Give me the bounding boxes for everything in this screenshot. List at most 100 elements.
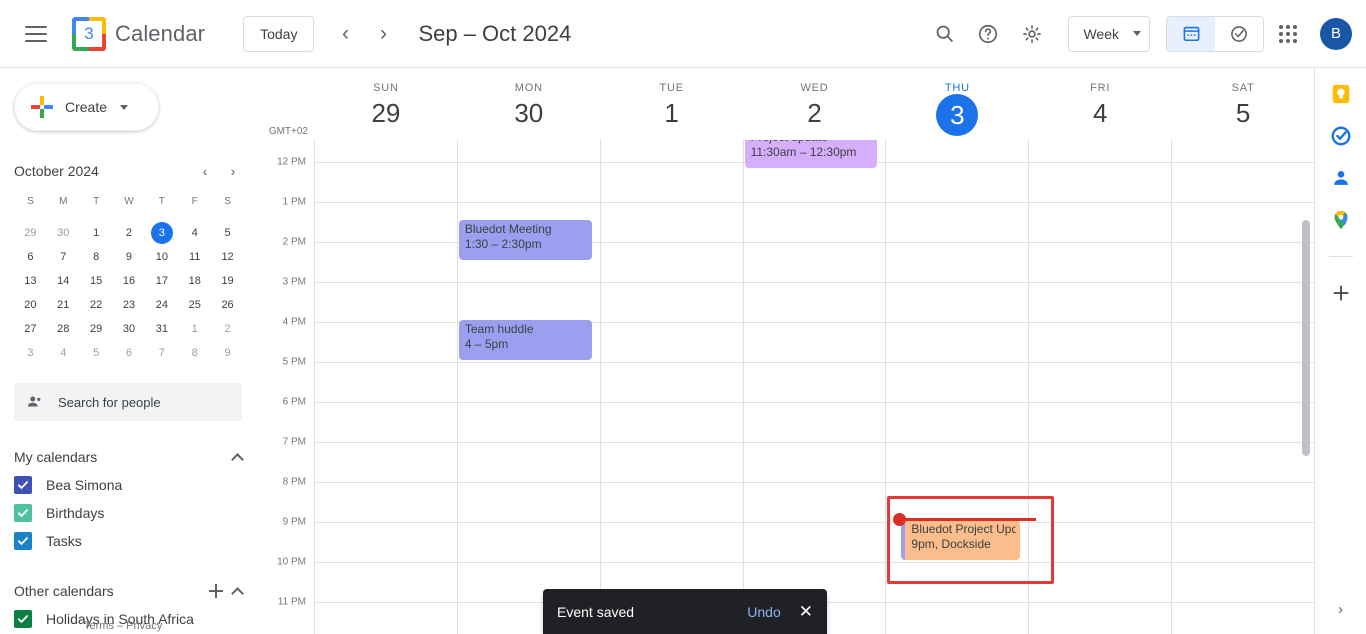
add-panel-plus-icon[interactable]: [1329, 281, 1353, 305]
tasks-icon[interactable]: [1329, 124, 1353, 148]
calendar-list-item[interactable]: Bea Simona: [14, 471, 242, 499]
calendar-checkbox[interactable]: [14, 504, 32, 522]
day-column-sat[interactable]: [1171, 140, 1314, 634]
apps-grid-icon[interactable]: [1268, 14, 1308, 54]
mini-calendar-day[interactable]: 2: [113, 221, 146, 245]
snackbar-undo-button[interactable]: Undo: [747, 604, 780, 620]
mini-calendar-day[interactable]: 15: [80, 269, 113, 293]
mini-calendar-day[interactable]: 22: [80, 293, 113, 317]
mini-calendar-day[interactable]: 12: [211, 245, 244, 269]
mini-calendar-day[interactable]: 4: [47, 341, 80, 365]
mini-calendar-day[interactable]: 6: [113, 341, 146, 365]
mini-calendar-day[interactable]: 21: [47, 293, 80, 317]
calendar-scroll-region[interactable]: 12 PM 1 PM 2 PM 3 PM 4 PM 5 PM 6 PM 7 PM 8 PM 9 P…: [256, 140, 1314, 634]
mini-calendar-day[interactable]: 1: [80, 221, 113, 245]
calendar-event[interactable]: Bluedot Project Update9pm, Dockside: [901, 520, 1021, 560]
chevron-up-icon[interactable]: [231, 586, 244, 600]
mini-calendar-day[interactable]: 9: [211, 341, 244, 365]
mini-calendar-day[interactable]: 3: [14, 341, 47, 365]
calendar-list-item[interactable]: Tasks: [14, 527, 242, 555]
mini-calendar-day[interactable]: 31: [145, 317, 178, 341]
search-people-input[interactable]: Search for people: [14, 383, 242, 421]
day-column-tue[interactable]: [599, 140, 743, 634]
mini-calendar-day[interactable]: 18: [178, 269, 211, 293]
chevron-up-icon[interactable]: [231, 452, 244, 466]
calendar-checkbox[interactable]: [14, 532, 32, 550]
create-button[interactable]: Create: [14, 83, 159, 131]
calendar-list-item[interactable]: Birthdays: [14, 499, 242, 527]
mini-calendar-day[interactable]: 20: [14, 293, 47, 317]
add-other-calendar-icon[interactable]: [209, 584, 223, 598]
mini-calendar-day[interactable]: 8: [80, 245, 113, 269]
mini-calendar-day[interactable]: 2: [211, 317, 244, 341]
today-button[interactable]: Today: [243, 15, 315, 52]
mini-calendar-day[interactable]: 29: [80, 317, 113, 341]
mini-calendar-day[interactable]: 17: [145, 269, 178, 293]
help-icon[interactable]: [968, 14, 1008, 54]
day-header-mon[interactable]: MON 30: [457, 68, 600, 140]
mini-calendar-day[interactable]: 16: [113, 269, 146, 293]
mini-calendar-day[interactable]: 30: [113, 317, 146, 341]
day-column-fri[interactable]: [1028, 140, 1171, 634]
mini-calendar-next-icon[interactable]: ›: [222, 160, 244, 182]
mini-calendar-day[interactable]: 10: [145, 245, 178, 269]
mini-calendar-day[interactable]: 29: [14, 221, 47, 245]
tasks-view-toggle[interactable]: [1215, 16, 1263, 51]
mini-calendar-day[interactable]: 5: [211, 221, 244, 245]
expand-panel-chevron-right-icon[interactable]: ›: [1338, 601, 1343, 618]
calendar-event[interactable]: Bluedot Meeting 1:30 – 2:30pm: [458, 220, 592, 260]
mini-calendar-day[interactable]: 26: [211, 293, 244, 317]
mini-calendar-day[interactable]: 8: [178, 341, 211, 365]
mini-calendar-day[interactable]: 25: [178, 293, 211, 317]
calendar-checkbox[interactable]: [14, 610, 32, 628]
terms-privacy-link[interactable]: Terms – Privacy: [84, 620, 162, 632]
mini-calendar-day[interactable]: 24: [145, 293, 178, 317]
avatar[interactable]: B: [1320, 17, 1352, 50]
mini-calendar-day[interactable]: 19: [211, 269, 244, 293]
mini-calendar-day[interactable]: 14: [47, 269, 80, 293]
keep-icon[interactable]: [1329, 82, 1353, 106]
chevron-right-icon[interactable]: ›: [364, 15, 402, 53]
mini-calendar-day[interactable]: 28: [47, 317, 80, 341]
view-selector[interactable]: Week: [1068, 15, 1150, 52]
calendar-event[interactable]: Team huddle 4 – 5pm: [458, 320, 592, 360]
contacts-icon[interactable]: [1329, 166, 1353, 190]
mini-calendar-day[interactable]: 30: [47, 221, 80, 245]
mini-calendar-prev-icon[interactable]: ‹: [194, 160, 216, 182]
day-header-wed[interactable]: WED 2: [743, 68, 886, 140]
day-column-wed[interactable]: [742, 140, 886, 634]
mini-calendar-day[interactable]: 1: [178, 317, 211, 341]
mini-calendar-day[interactable]: 5: [80, 341, 113, 365]
hamburger-menu-icon[interactable]: [12, 10, 60, 58]
chevron-left-icon[interactable]: ‹: [326, 15, 364, 53]
my-calendars-header[interactable]: My calendars: [14, 443, 244, 471]
calendar-checkbox[interactable]: [14, 476, 32, 494]
vertical-scrollbar[interactable]: [1302, 220, 1310, 456]
mini-calendar-day[interactable]: 27: [14, 317, 47, 341]
other-calendars-header[interactable]: Other calendars: [14, 577, 244, 605]
close-icon[interactable]: ✕: [799, 603, 813, 620]
calendar-event[interactable]: Project update11:30am – 12:30pm: [744, 140, 878, 168]
mini-calendar-day[interactable]: 13: [14, 269, 47, 293]
day-header-tue[interactable]: TUE 1: [600, 68, 743, 140]
mini-calendar-day[interactable]: 3: [145, 221, 178, 245]
time-label: 2 PM: [282, 236, 306, 248]
brand[interactable]: 3 Calendar: [72, 16, 205, 51]
day-header-fri[interactable]: FRI 4: [1028, 68, 1171, 140]
day-header-sat[interactable]: SAT 5: [1171, 68, 1314, 140]
day-column-mon[interactable]: [456, 140, 600, 634]
mini-calendar-day[interactable]: 7: [47, 245, 80, 269]
gear-icon[interactable]: [1012, 14, 1052, 54]
mini-calendar-day[interactable]: 23: [113, 293, 146, 317]
day-header-sun[interactable]: SUN 29: [314, 68, 457, 140]
search-icon[interactable]: [924, 14, 964, 54]
mini-calendar-day[interactable]: 9: [113, 245, 146, 269]
mini-calendar-day[interactable]: 6: [14, 245, 47, 269]
maps-icon[interactable]: [1329, 208, 1353, 232]
mini-calendar-day[interactable]: 11: [178, 245, 211, 269]
mini-calendar-day[interactable]: 7: [145, 341, 178, 365]
day-column-sun[interactable]: [314, 140, 457, 634]
mini-calendar-day[interactable]: 4: [178, 221, 211, 245]
day-header-thu[interactable]: THU 3: [885, 68, 1028, 140]
calendar-view-toggle[interactable]: [1167, 16, 1215, 51]
